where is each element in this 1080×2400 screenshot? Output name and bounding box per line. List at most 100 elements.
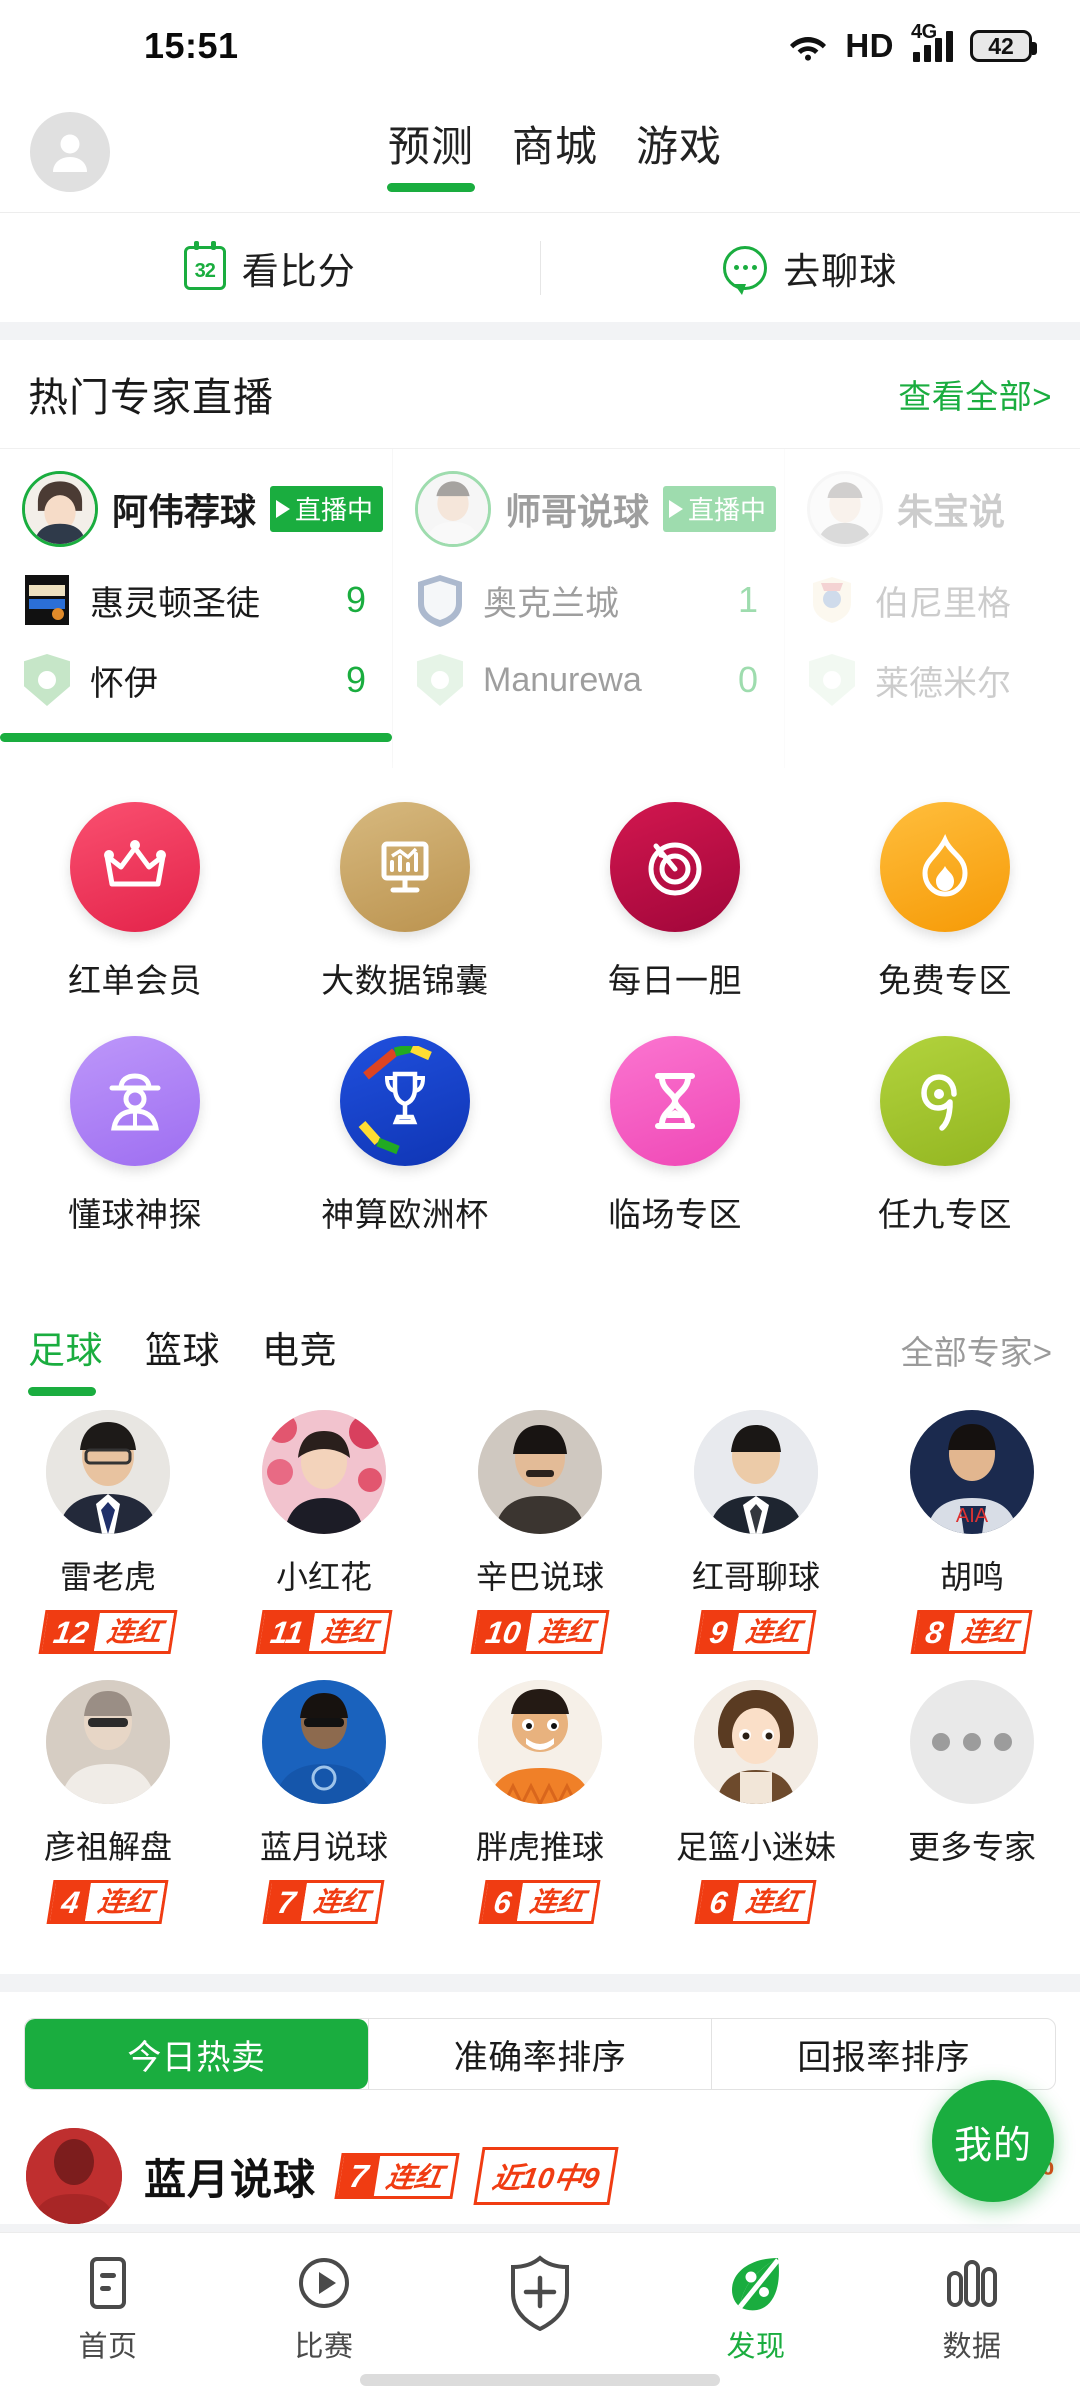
all-experts-link[interactable]: 全部专家>	[901, 1326, 1052, 1396]
feature-euro-cup[interactable]: 神算欧洲杯	[270, 1036, 540, 1236]
expert-name: 小红花	[275, 1559, 372, 1595]
expert-name: 足篮小迷妹	[675, 1829, 836, 1865]
team-logo-icon	[807, 573, 857, 627]
feature-label: 任九专区	[878, 1196, 1012, 1233]
status-badge: 7 连红	[334, 2153, 460, 2199]
user-avatar-icon[interactable]	[30, 112, 110, 192]
chat-bubble-icon	[723, 245, 768, 295]
bottom-nav-matches[interactable]: 比赛	[216, 2255, 432, 2365]
chart-board-icon	[340, 802, 470, 932]
recent-record-badge: 近10中9	[473, 2147, 619, 2205]
signal-bars-icon: 4G	[911, 21, 953, 62]
bottom-nav-home[interactable]: 首页	[0, 2255, 216, 2365]
live-team-row: 伯尼里格	[807, 573, 1080, 627]
status-badge: 6 连红	[694, 1880, 818, 1924]
sort-tab-return-rate[interactable]: 回报率排序	[711, 2019, 1055, 2089]
live-status-label: 直播中	[688, 495, 767, 525]
nine-icon	[880, 1036, 1010, 1166]
streak-count: 12	[41, 1613, 101, 1651]
live-card-header: 朱宝说	[807, 471, 1080, 547]
nav-tab-list: 预测 商城 游戏	[358, 113, 722, 192]
sort-tabs-wrap: 今日热卖 准确率排序 回报率排序	[0, 1992, 1080, 2114]
my-floating-button[interactable]: 我的	[932, 2080, 1054, 2202]
live-team-row: Manurewa 0	[415, 653, 758, 707]
live-card[interactable]: 朱宝说 伯尼里格 莱德米尔	[784, 449, 1080, 768]
featured-expert-card[interactable]: 蓝月说球 7 连红 近10中9 90%	[0, 2114, 1080, 2224]
live-view-all-link[interactable]: 查看全部>	[898, 370, 1052, 418]
expert-item[interactable]: 蓝月说球 7 连红	[216, 1680, 432, 1924]
live-card[interactable]: 阿伟荐球 直播中 惠灵顿圣徒 9 怀伊 9	[0, 449, 392, 768]
home-indicator	[360, 2374, 720, 2386]
sort-tab-hot-today[interactable]: 今日热卖	[25, 2019, 368, 2089]
status-badge: 9 连红	[694, 1610, 818, 1654]
live-card[interactable]: 师哥说球 直播中 奥克兰城 1 Manurewa 0	[392, 449, 784, 768]
tab-youxi[interactable]: 游戏	[636, 113, 722, 192]
team-score: 1	[737, 579, 758, 620]
expert-item[interactable]: 雷老虎 12 连红	[0, 1410, 216, 1654]
team-score: 0	[737, 659, 758, 700]
status-badge: 7 连红	[262, 1880, 386, 1924]
bottom-nav-add[interactable]	[432, 2255, 648, 2343]
feature-bigdata[interactable]: 大数据锦囊	[270, 802, 540, 1002]
add-shield-icon	[509, 2255, 571, 2331]
expert-item[interactable]: 小红花 11 连红	[216, 1410, 432, 1654]
feature-hongdan-vip[interactable]: 红单会员	[0, 802, 270, 1002]
streak-count: 10	[473, 1613, 533, 1651]
bottom-nav-data[interactable]: 数据	[864, 2255, 1080, 2365]
avatar: AIA	[910, 1410, 1034, 1534]
scoreboard-icon: 32	[183, 240, 226, 290]
featured-expert-name: 蓝月说球	[144, 2155, 317, 2203]
live-card-header: 师哥说球 直播中	[415, 471, 777, 547]
carousel-indicator	[0, 733, 392, 742]
play-circle-icon	[296, 2255, 352, 2311]
tab-yuce[interactable]: 预测	[388, 113, 474, 192]
expert-item[interactable]: 红哥聊球 9 连红	[648, 1410, 864, 1654]
expert-category-tabs: 足球 篮球 电竞 全部专家>	[0, 1294, 1080, 1396]
play-triangle-icon	[276, 499, 291, 518]
sort-tabs: 今日热卖 准确率排序 回报率排序	[24, 2018, 1056, 2090]
feature-daily-pick[interactable]: 每日一胆	[540, 802, 810, 1002]
live-card-carousel[interactable]: 阿伟荐球 直播中 惠灵顿圣徒 9 怀伊 9 师哥说球 直播中 奥克兰城 1 Ma…	[0, 448, 1080, 768]
live-experts-section: 热门专家直播 查看全部> 阿伟荐球 直播中 惠灵顿圣徒 9 怀伊 9 师哥说球 …	[0, 340, 1080, 768]
status-badge: 12 连红	[38, 1610, 178, 1654]
quick-action-bar: 32 看比分 去聊球	[0, 212, 1080, 322]
discover-leaf-icon	[728, 2255, 784, 2311]
feature-free-zone[interactable]: 免费专区	[810, 802, 1080, 1002]
feature-label: 免费专区	[878, 962, 1012, 999]
team-name: 莱德米尔	[875, 664, 1011, 703]
tab-basketball[interactable]: 篮球	[145, 1320, 220, 1396]
team-score: 9	[345, 659, 366, 700]
tab-football[interactable]: 足球	[28, 1320, 103, 1396]
streak-label: 连红	[94, 1613, 175, 1651]
feature-renjiu-zone[interactable]: 任九专区	[810, 1036, 1080, 1236]
trophy-icon	[340, 1036, 470, 1166]
tab-shangcheng[interactable]: 商城	[512, 113, 598, 192]
quick-action-scores[interactable]: 32 看比分	[0, 240, 540, 295]
bottom-nav-label: 数据	[942, 2331, 1002, 2363]
expert-item[interactable]: 彦祖解盘 4 连红	[0, 1680, 216, 1924]
feature-label: 神算欧洲杯	[321, 1196, 489, 1233]
status-time: 15:51	[144, 25, 239, 66]
bottom-nav-discover[interactable]: 发现	[648, 2255, 864, 2365]
avatar	[262, 1410, 386, 1534]
quick-action-chat[interactable]: 去聊球	[539, 240, 1080, 295]
expert-item-more[interactable]: 更多专家	[864, 1680, 1080, 1924]
expert-name: 更多专家	[907, 1829, 1036, 1865]
streak-label: 连红	[526, 1613, 607, 1651]
app-screen: 15:51 HD 4G 42 预测 商城 游戏 32 看比分 去聊球 热门专家直…	[0, 0, 1080, 2400]
status-badge: 6 连红	[478, 1880, 602, 1924]
tab-esports[interactable]: 电竞	[262, 1320, 337, 1396]
more-dots-icon	[910, 1680, 1034, 1804]
sort-tab-accuracy[interactable]: 准确率排序	[367, 2019, 712, 2089]
streak-label: 连红	[384, 2162, 446, 2193]
expert-item[interactable]: 足篮小迷妹 6 连红	[648, 1680, 864, 1924]
expert-item[interactable]: AIA 胡鸣 8 连红	[864, 1410, 1080, 1654]
feature-live-zone[interactable]: 临场专区	[540, 1036, 810, 1236]
bar-chart-icon	[943, 2255, 1001, 2311]
expert-item[interactable]: 胖虎推球 6 连红	[432, 1680, 648, 1924]
quick-action-scores-label: 看比分	[241, 250, 356, 292]
streak-label: 连红	[309, 1613, 390, 1651]
feature-detective[interactable]: 懂球神探	[0, 1036, 270, 1236]
team-logo-icon	[415, 573, 465, 627]
expert-item[interactable]: 辛巴说球 10 连红	[432, 1410, 648, 1654]
